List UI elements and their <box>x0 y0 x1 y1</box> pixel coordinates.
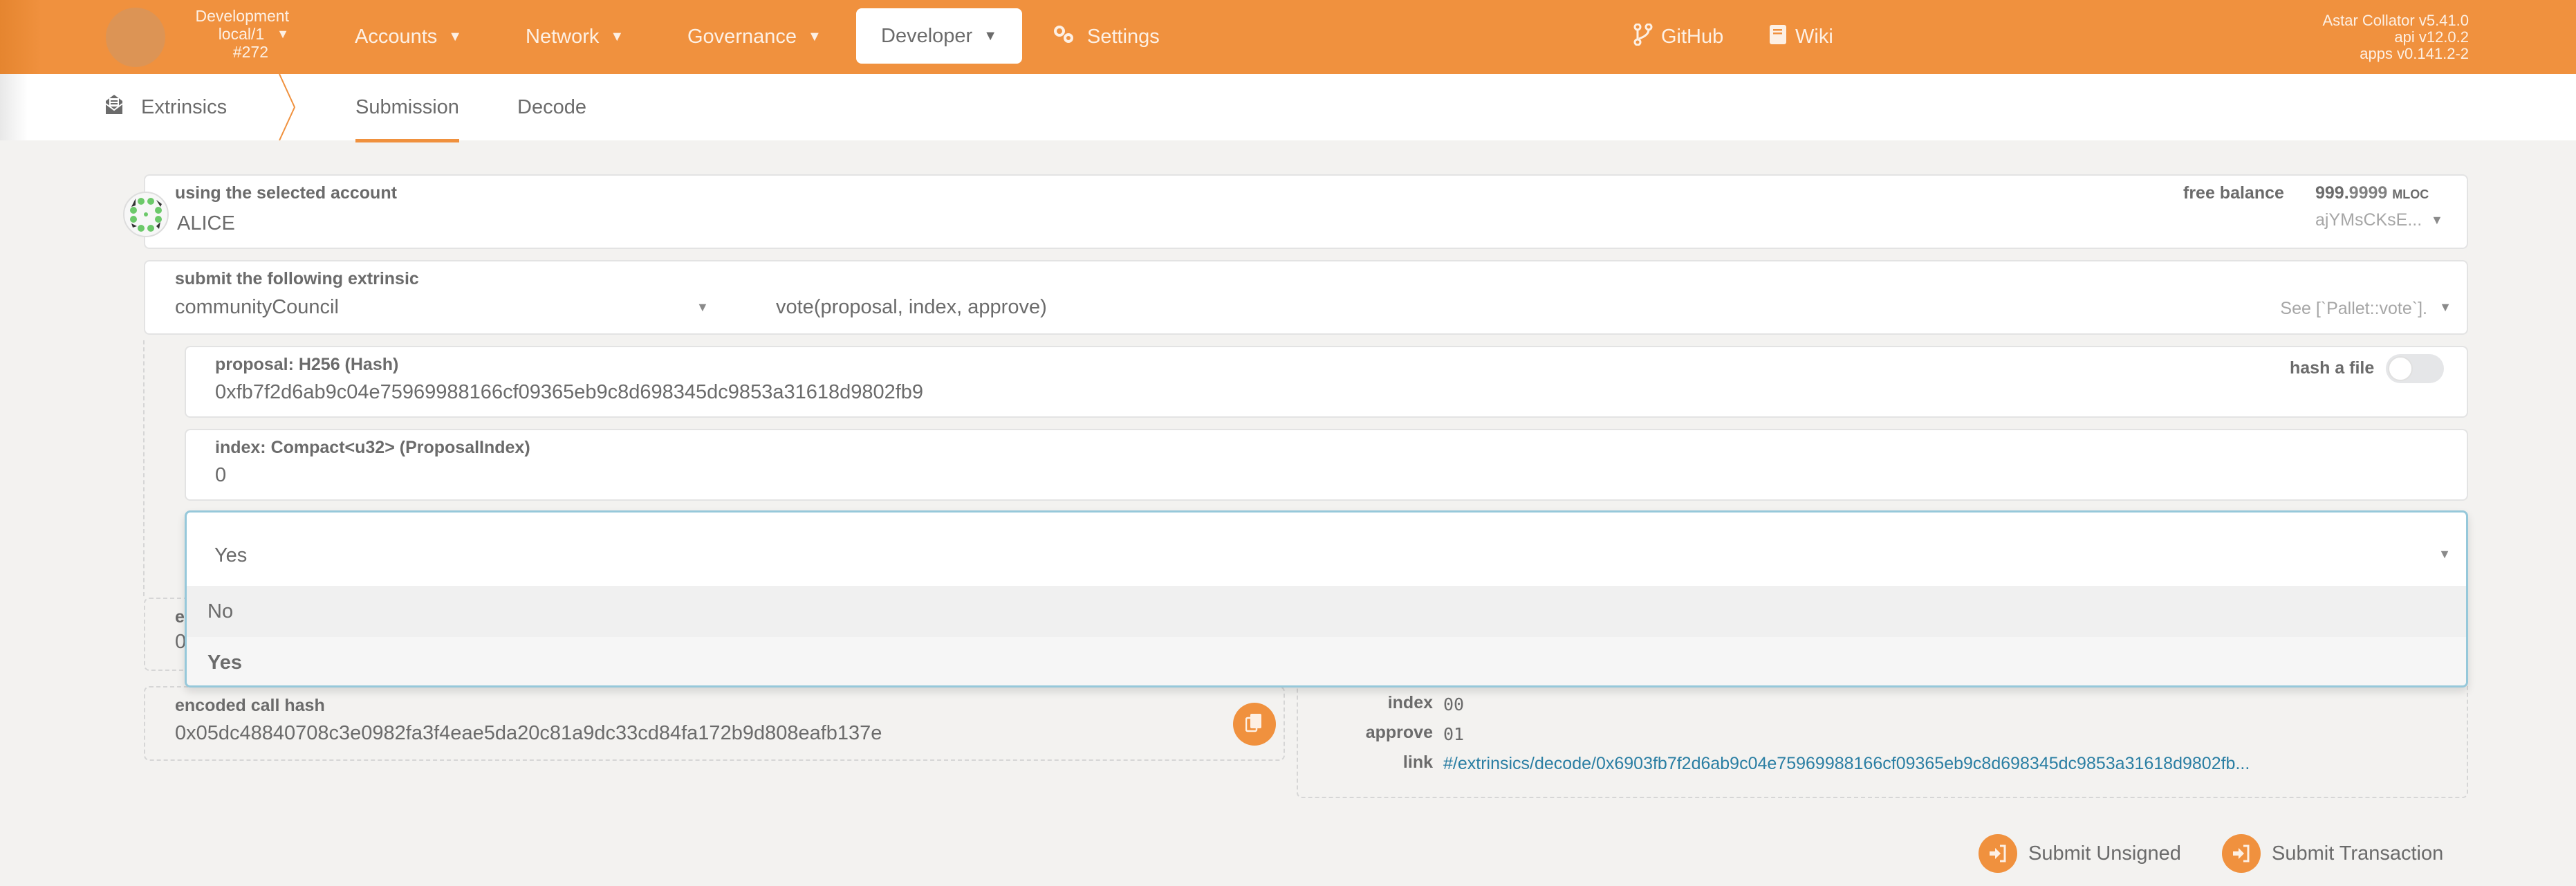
param-proposal: proposal: H256 (Hash) 0xfb7f2d6ab9c04e75… <box>185 346 2468 418</box>
sign-in-icon <box>2222 834 2261 873</box>
chain-selector[interactable]: Development local/1 ▼ #272 <box>166 7 289 61</box>
section-title: Extrinsics <box>105 74 227 140</box>
pallet-value: communityCouncil <box>175 296 339 318</box>
nav-network-label: Network <box>526 26 600 48</box>
tab-decode[interactable]: Decode <box>498 74 606 140</box>
decoded-link-label: link <box>1402 753 1433 772</box>
node-version: Astar Collator v5.41.0 <box>2322 12 2469 29</box>
proposal-input[interactable]: 0xfb7f2d6ab9c04e75969988166cf09365eb9c8d… <box>215 381 923 404</box>
option-label: Yes <box>207 651 242 674</box>
github-link[interactable]: GitHub <box>1633 0 1723 74</box>
approve-option-no[interactable]: No <box>187 586 2466 637</box>
approve-option-yes[interactable]: Yes <box>187 637 2466 685</box>
chevron-down-icon: ▼ <box>2438 547 2451 561</box>
decoded-index-value: 00 <box>1443 694 1465 714</box>
hash-file-label: hash a file <box>2290 358 2375 378</box>
version-info: Astar Collator v5.41.0 api v12.0.2 apps … <box>2322 12 2469 62</box>
nav-governance[interactable]: Governance ▼ <box>687 0 822 74</box>
encoded-call-hash-label: encoded call hash <box>175 696 325 715</box>
github-label: GitHub <box>1661 26 1724 48</box>
book-icon <box>1769 24 1787 50</box>
wiki-link[interactable]: Wiki <box>1769 0 1833 74</box>
chevron-down-icon: ▼ <box>2439 300 2452 314</box>
index-input[interactable]: 0 <box>215 464 226 487</box>
top-menu-bar: Development local/1 ▼ #272 Accounts ▼ Ne… <box>0 0 2576 74</box>
chain-name: Development <box>195 7 289 25</box>
chevron-down-icon: ▼ <box>448 29 463 44</box>
params-group-border <box>143 340 185 596</box>
submit-transaction-label: Submit Transaction <box>2272 842 2444 865</box>
approve-selected[interactable]: Yes ▼ <box>187 513 2466 586</box>
balance-unit: MLOC <box>2392 187 2429 201</box>
nav-developer[interactable]: Developer ▼ <box>856 8 1022 64</box>
account-identicon[interactable] <box>123 192 169 237</box>
method-value: vote(proposal, index, approve) <box>776 296 1047 318</box>
free-balance-label: free balance <box>2183 183 2284 203</box>
chain-logo[interactable] <box>106 8 165 67</box>
copy-button[interactable] <box>1233 703 1276 746</box>
balance-integer: 999. <box>2315 183 2349 203</box>
nav-accounts-label: Accounts <box>355 26 438 48</box>
submit-unsigned-label: Submit Unsigned <box>2028 842 2181 865</box>
param-index: index: Compact<u32> (ProposalIndex) 0 <box>185 429 2468 501</box>
chevron-down-icon: ▼ <box>696 300 709 314</box>
encoded-call-hash: encoded call hash 0x05dc48840708c3e0982f… <box>144 686 1285 761</box>
nav-settings-label: Settings <box>1087 26 1160 48</box>
chevron-down-icon: ▼ <box>2431 213 2443 227</box>
gears-icon <box>1053 24 1076 50</box>
account-name: ALICE <box>177 212 235 234</box>
chevron-down-icon: ▼ <box>277 27 289 41</box>
submit-transaction-button[interactable]: Submit Transaction <box>2222 833 2443 874</box>
nav-governance-label: Governance <box>687 26 797 48</box>
account-label: using the selected account <box>175 183 397 203</box>
api-version: api v12.0.2 <box>2394 28 2469 46</box>
decoded-index-label: index <box>1387 693 1433 712</box>
copy-icon <box>1245 712 1263 737</box>
proposal-label: proposal: H256 (Hash) <box>215 355 399 374</box>
wiki-label: Wiki <box>1795 26 1833 48</box>
free-balance-value: 999.9999 MLOC <box>2315 183 2429 203</box>
nav-developer-label: Developer <box>881 24 973 47</box>
chevron-down-icon: ▼ <box>983 28 997 44</box>
submit-unsigned-button[interactable]: Submit Unsigned <box>1979 833 2181 874</box>
chevron-down-icon: ▼ <box>610 29 624 44</box>
method-dropdown[interactable]: vote(proposal, index, approve) See [`Pal… <box>719 289 2469 331</box>
method-doc: See [`Pallet::vote`]. <box>2280 299 2427 318</box>
section-title-label: Extrinsics <box>141 95 228 118</box>
chain-endpoint: local/1 <box>218 25 265 43</box>
index-label: index: Compact<u32> (ProposalIndex) <box>215 438 530 457</box>
toggle-knob <box>2388 356 2413 381</box>
extrinsic-selector: submit the following extrinsic community… <box>144 260 2468 335</box>
approve-dropdown[interactable]: Yes ▼ No Yes <box>185 510 2468 687</box>
tabs-divider <box>279 74 296 140</box>
option-label: No <box>207 600 234 622</box>
account-selector[interactable]: using the selected account ALICE free ba… <box>144 174 2468 249</box>
apps-version: apps v0.141.2-2 <box>2360 45 2469 62</box>
decode-link[interactable]: #/extrinsics/decode/0x6903fb7f2d6ab9c04e… <box>1443 754 2250 774</box>
nav-accounts[interactable]: Accounts ▼ <box>355 0 462 74</box>
hash-file-toggle[interactable] <box>2386 354 2444 383</box>
tab-submission[interactable]: Submission <box>336 74 479 142</box>
decoded-approve-label: approve <box>1365 723 1433 742</box>
extrinsic-label: submit the following extrinsic <box>175 269 419 288</box>
envelope-open-icon <box>105 94 123 120</box>
chain-block-number: #272 <box>232 43 268 61</box>
account-address: ajYMsCKsE... <box>2315 210 2422 230</box>
encoded-call-hash-value: 0x05dc48840708c3e0982fa3f4eae5da20c81a9d… <box>175 722 882 744</box>
chevron-down-icon: ▼ <box>808 29 822 44</box>
encoded-call-data-label: e <box>175 607 185 627</box>
tabs-bar: Extrinsics Submission Decode <box>0 74 2576 142</box>
pallet-dropdown[interactable]: communityCouncil ▼ <box>145 289 719 331</box>
balance-decimals: 9999 <box>2348 183 2388 203</box>
code-branch-icon <box>1633 23 1653 51</box>
tab-decode-label: Decode <box>517 95 586 118</box>
nav-network[interactable]: Network ▼ <box>526 0 624 74</box>
tab-submission-label: Submission <box>355 95 459 118</box>
nav-settings[interactable]: Settings <box>1053 0 1160 74</box>
sign-in-icon <box>1979 834 2017 873</box>
approve-selected-value: Yes <box>214 544 248 566</box>
decoded-approve-value: 01 <box>1443 724 1465 744</box>
